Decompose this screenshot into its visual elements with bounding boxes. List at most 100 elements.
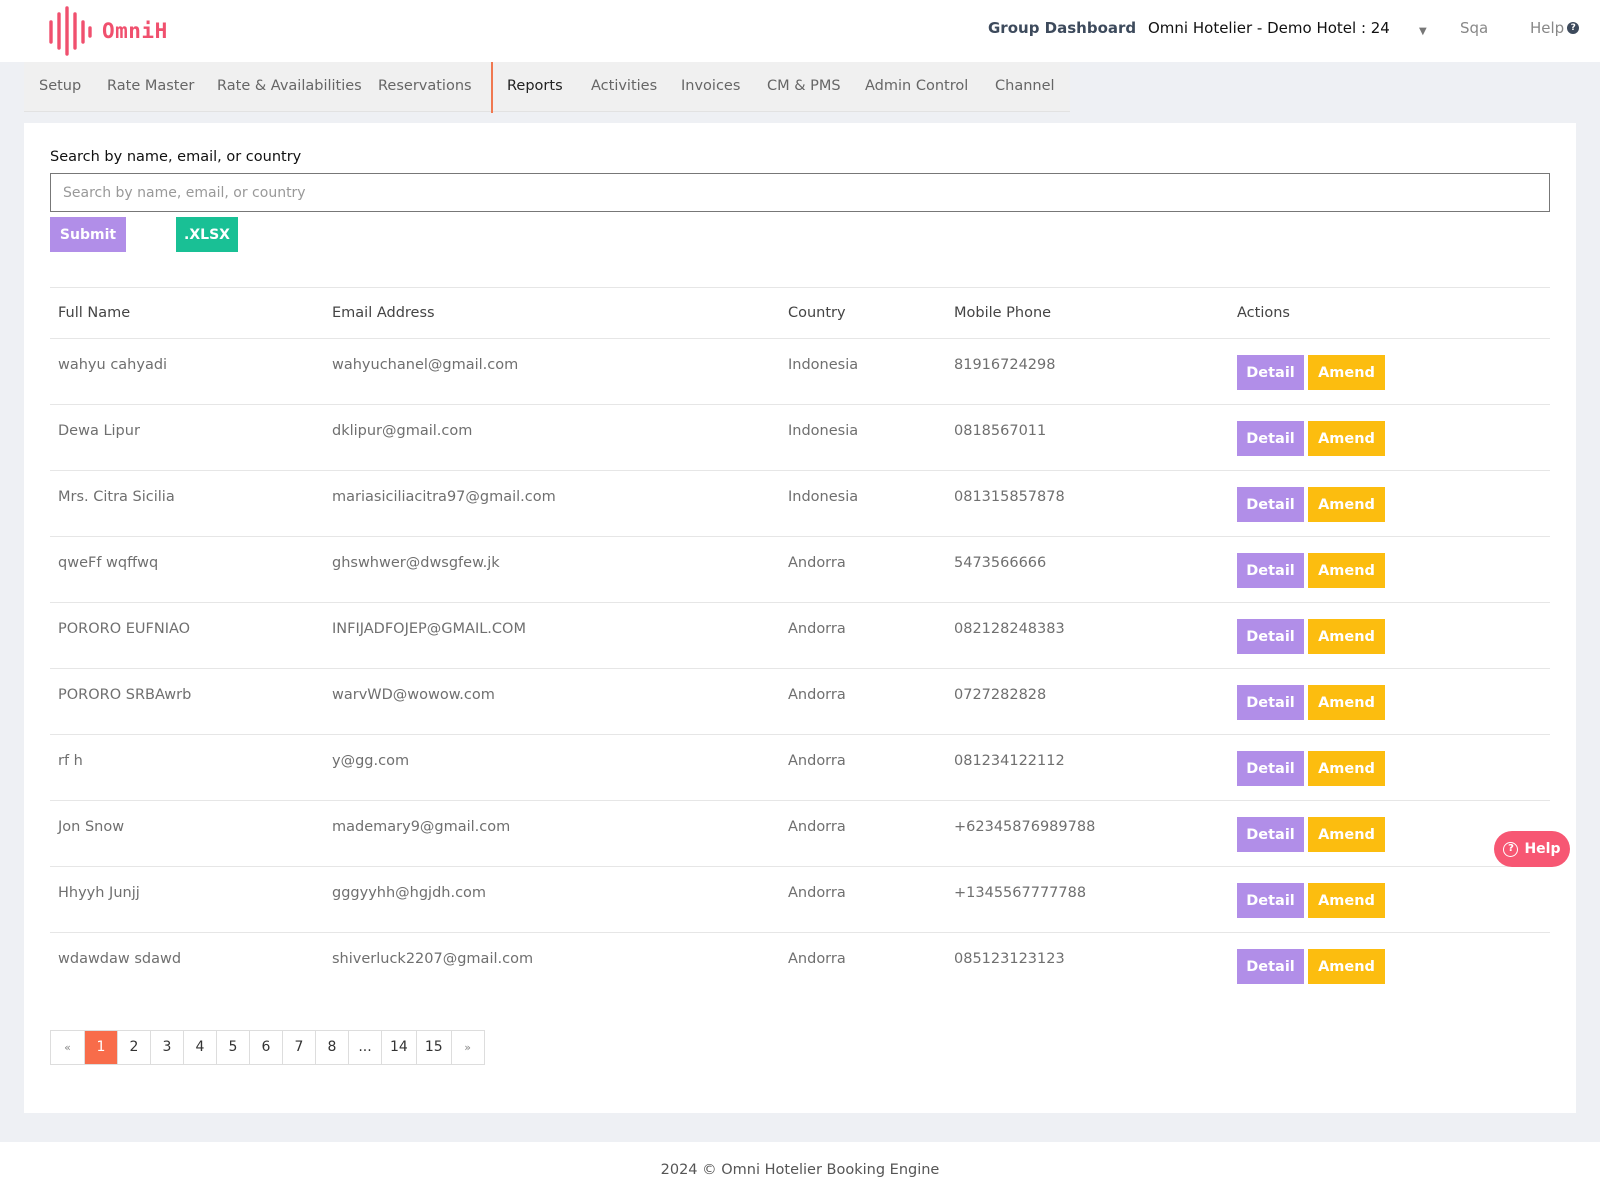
page-button[interactable]: 7 <box>282 1031 315 1064</box>
hotel-selector[interactable]: Omni Hotelier - Demo Hotel : 24 <box>1148 19 1390 37</box>
table-row: rf h y@gg.com Andorra 081234122112 Detail Ame… <box>50 734 1550 800</box>
amend-button[interactable]: Amend <box>1308 619 1385 654</box>
detail-button[interactable]: Detail <box>1237 817 1304 852</box>
pagination: «1 2 3 4 5 6 7 8... 14 15» <box>50 1030 485 1065</box>
amend-button[interactable]: Amend <box>1308 685 1385 720</box>
amend-button[interactable]: Amend <box>1308 883 1385 918</box>
nav-item-cm-pms[interactable]: CM & PMS <box>767 78 841 94</box>
export-xlsx-button[interactable]: .XLSX <box>176 217 238 252</box>
table-header-row: Full Name Email Address Country Mobile P… <box>50 287 1550 338</box>
nav-item-channel[interactable]: Channel <box>995 78 1055 94</box>
cell-mobile-phone: 5473566666 <box>954 555 1047 571</box>
report-card: Search by name, email, or country Submit… <box>24 123 1576 1113</box>
nav-item-reports[interactable]: Reports <box>507 78 563 94</box>
cell-country: Andorra <box>788 819 846 835</box>
brand-logo[interactable]: OmniH <box>48 6 168 56</box>
cell-email: warvWD@wowow.com <box>332 687 495 703</box>
amend-button[interactable]: Amend <box>1308 487 1385 522</box>
search-label: Search by name, email, or country <box>50 149 302 165</box>
detail-button[interactable]: Detail <box>1237 883 1304 918</box>
brand-name: OmniH <box>102 19 168 43</box>
page-button[interactable]: 14 <box>381 1031 416 1064</box>
detail-button[interactable]: Detail <box>1237 619 1304 654</box>
cell-country: Andorra <box>788 687 846 703</box>
detail-button[interactable]: Detail <box>1237 487 1304 522</box>
floating-help-label: Help <box>1524 841 1561 857</box>
cell-mobile-phone: 0727282828 <box>954 687 1047 703</box>
submit-button[interactable]: Submit <box>50 217 126 252</box>
page-button[interactable]: 3 <box>150 1031 183 1064</box>
cell-mobile-phone: 085123123123 <box>954 951 1065 967</box>
cell-mobile-phone: 0818567011 <box>954 423 1047 439</box>
detail-button[interactable]: Detail <box>1237 355 1304 390</box>
cell-country: Andorra <box>788 951 846 967</box>
detail-button[interactable]: Detail <box>1237 949 1304 984</box>
user-menu[interactable]: Sqa <box>1460 19 1488 37</box>
cell-email: y@gg.com <box>332 753 410 769</box>
amend-button[interactable]: Amend <box>1308 949 1385 984</box>
nav-item-rate-master[interactable]: Rate Master <box>107 78 194 94</box>
amend-button[interactable]: Amend <box>1308 355 1385 390</box>
table-row: qweFf wqffwq ghswhwer@dwsgfew.jk Andorra 54… <box>50 536 1550 602</box>
cell-email: gggyyhh@hgjdh.com <box>332 885 487 901</box>
nav-item-rate-availabilities[interactable]: Rate & Availabilities <box>217 78 362 94</box>
cell-email: wahyuchanel@gmail.com <box>332 357 519 373</box>
amend-button[interactable]: Amend <box>1308 817 1385 852</box>
page-button[interactable]: 1 <box>84 1031 117 1064</box>
page-button[interactable]: 5 <box>216 1031 249 1064</box>
cell-email: ghswhwer@dwsgfew.jk <box>332 555 500 571</box>
cell-full-name: Mrs. Citra Sicilia <box>58 489 175 505</box>
header-country: Country <box>788 305 846 321</box>
amend-button[interactable]: Amend <box>1308 553 1385 588</box>
cell-full-name: PORORO EUFNIAO <box>58 621 191 637</box>
nav-item-invoices[interactable]: Invoices <box>681 78 740 94</box>
footer: 2024 © Omni Hotelier Booking Engine <box>0 1142 1600 1202</box>
group-dashboard-link[interactable]: Group Dashboard <box>988 19 1136 37</box>
page-prev-button[interactable]: « <box>51 1031 84 1064</box>
header-mobile-phone: Mobile Phone <box>954 305 1052 321</box>
cell-country: Indonesia <box>788 489 859 505</box>
detail-button[interactable]: Detail <box>1237 685 1304 720</box>
cell-country: Andorra <box>788 621 846 637</box>
cell-country: Indonesia <box>788 357 859 373</box>
amend-button[interactable]: Amend <box>1308 751 1385 786</box>
nav-item-setup[interactable]: Setup <box>39 78 81 94</box>
page-button[interactable]: 8 <box>315 1031 348 1064</box>
page-next-button[interactable]: » <box>450 1031 484 1064</box>
cell-mobile-phone: +1345567777788 <box>954 885 1087 901</box>
detail-button[interactable]: Detail <box>1237 421 1304 456</box>
cell-email: mariasiciliacitra97@gmail.com <box>332 489 556 505</box>
table-row: PORORO SRBAwrb warvWD@wowow.com Andorra 072… <box>50 668 1550 734</box>
cell-mobile-phone: 081234122112 <box>954 753 1065 769</box>
page-button[interactable]: 2 <box>117 1031 150 1064</box>
table-row: PORORO EUFNIAO INFIJADFOJEP@GMAIL.COM Ando… <box>50 602 1550 668</box>
table-row: Hhyyh Junjj gggyyhh@hgjdh.com Andorra +1345… <box>50 866 1550 932</box>
cell-country: Andorra <box>788 555 846 571</box>
page-button[interactable]: 15 <box>415 1031 451 1064</box>
help-link[interactable]: Help ? <box>1530 19 1580 37</box>
nav-item-activities[interactable]: Activities <box>591 78 657 94</box>
table-row: Jon Snow mademary9@gmail.com Andorra +62345… <box>50 800 1550 866</box>
cell-full-name: Jon Snow <box>58 819 125 835</box>
cell-full-name: wdawdaw sdawd <box>58 951 182 967</box>
floating-help-button[interactable]: ? Help <box>1494 831 1570 867</box>
cell-country: Indonesia <box>788 423 859 439</box>
page-button[interactable]: 6 <box>249 1031 282 1064</box>
chevron-down-icon[interactable]: ▼ <box>1419 26 1427 37</box>
search-input[interactable] <box>50 173 1550 212</box>
page-ellipsis: ... <box>348 1031 381 1064</box>
nav-item-admin-control[interactable]: Admin Control <box>865 78 968 94</box>
main-nav: Setup Rate Master Rate & Availabilities … <box>24 62 1070 113</box>
detail-button[interactable]: Detail <box>1237 553 1304 588</box>
cell-mobile-phone: +62345876989788 <box>954 819 1096 835</box>
table-row: Mrs. Citra Sicilia mariasiciliacitra97@gm… <box>50 470 1550 536</box>
question-circle-icon: ? <box>1503 841 1519 857</box>
page-button[interactable]: 4 <box>183 1031 216 1064</box>
nav-active-indicator <box>491 62 493 113</box>
nav-item-reservations[interactable]: Reservations <box>378 78 472 94</box>
cell-full-name: Dewa Lipur <box>58 423 140 439</box>
detail-button[interactable]: Detail <box>1237 751 1304 786</box>
cell-full-name: rf h <box>58 753 83 769</box>
amend-button[interactable]: Amend <box>1308 421 1385 456</box>
logo-mark-icon <box>49 6 92 56</box>
